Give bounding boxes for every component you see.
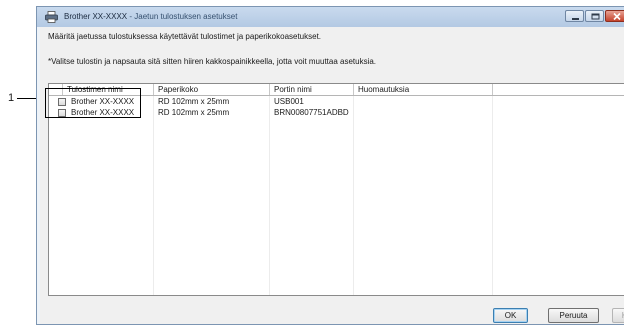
printer-name-cell: Brother XX-XXXX (71, 108, 135, 117)
column-divider (153, 96, 154, 295)
minimize-icon (572, 18, 579, 20)
window-title: Brother XX-XXXX - Jaetun tulostuksen ase… (64, 12, 237, 21)
ok-button[interactable]: OK (493, 308, 528, 323)
callout-number: 1 (8, 92, 15, 104)
printer-name-cell: Brother XX-XXXX (71, 97, 135, 106)
paper-size-cell: RD 102mm x 25mm (158, 97, 230, 106)
close-button[interactable] (605, 10, 624, 22)
column-divider (269, 96, 270, 295)
column-header-notes[interactable]: Huomautuksia (354, 84, 493, 95)
title-dialog-name: Jaetun tulostuksen asetukset (134, 12, 238, 21)
title-bar[interactable]: Brother XX-XXXX - Jaetun tulostuksen ase… (37, 7, 624, 27)
column-header-empty (493, 84, 624, 95)
instruction-text: Määritä jaetussa tulostuksessa käytettäv… (48, 32, 322, 41)
port-name-cell: BRN00807751ADBD (274, 108, 349, 117)
paper-size-cell: RD 102mm x 25mm (158, 108, 230, 117)
column-header-paper-size[interactable]: Paperikoko (154, 84, 270, 95)
printer-list[interactable]: Tulostimen nimi Paperikoko Portin nimi H… (48, 83, 624, 296)
maximize-icon (591, 13, 600, 20)
dialog-body: Määritä jaetussa tulostuksessa käytettäv… (40, 27, 624, 324)
list-header: Tulostimen nimi Paperikoko Portin nimi H… (49, 84, 624, 96)
title-app-name: Brother XX-XXXX (64, 12, 128, 21)
cancel-button[interactable]: Peruuta (548, 308, 599, 323)
column-header-port-name[interactable]: Portin nimi (270, 84, 354, 95)
table-row[interactable]: Brother XX-XXXX RD 102mm x 25mm USB001 (49, 96, 624, 107)
column-divider (492, 96, 493, 295)
column-divider (353, 96, 354, 295)
column-header-printer-name[interactable]: Tulostimen nimi (63, 84, 154, 95)
close-icon (613, 12, 621, 21)
checkbox-column-header[interactable] (49, 84, 63, 95)
maximize-button[interactable] (585, 10, 604, 22)
port-name-cell: USB001 (274, 97, 304, 106)
minimize-button[interactable] (565, 10, 584, 22)
hint-text: *Valitse tulostin ja napsauta sitä sitte… (48, 57, 377, 66)
notes-cell (354, 107, 493, 118)
table-row[interactable]: Brother XX-XXXX RD 102mm x 25mm BRN00807… (49, 107, 624, 118)
apply-button[interactable]: Käytä (612, 308, 624, 323)
shared-printing-settings-window: Brother XX-XXXX - Jaetun tulostuksen ase… (36, 6, 624, 325)
printer-icon (45, 11, 58, 23)
notes-cell (354, 96, 493, 107)
